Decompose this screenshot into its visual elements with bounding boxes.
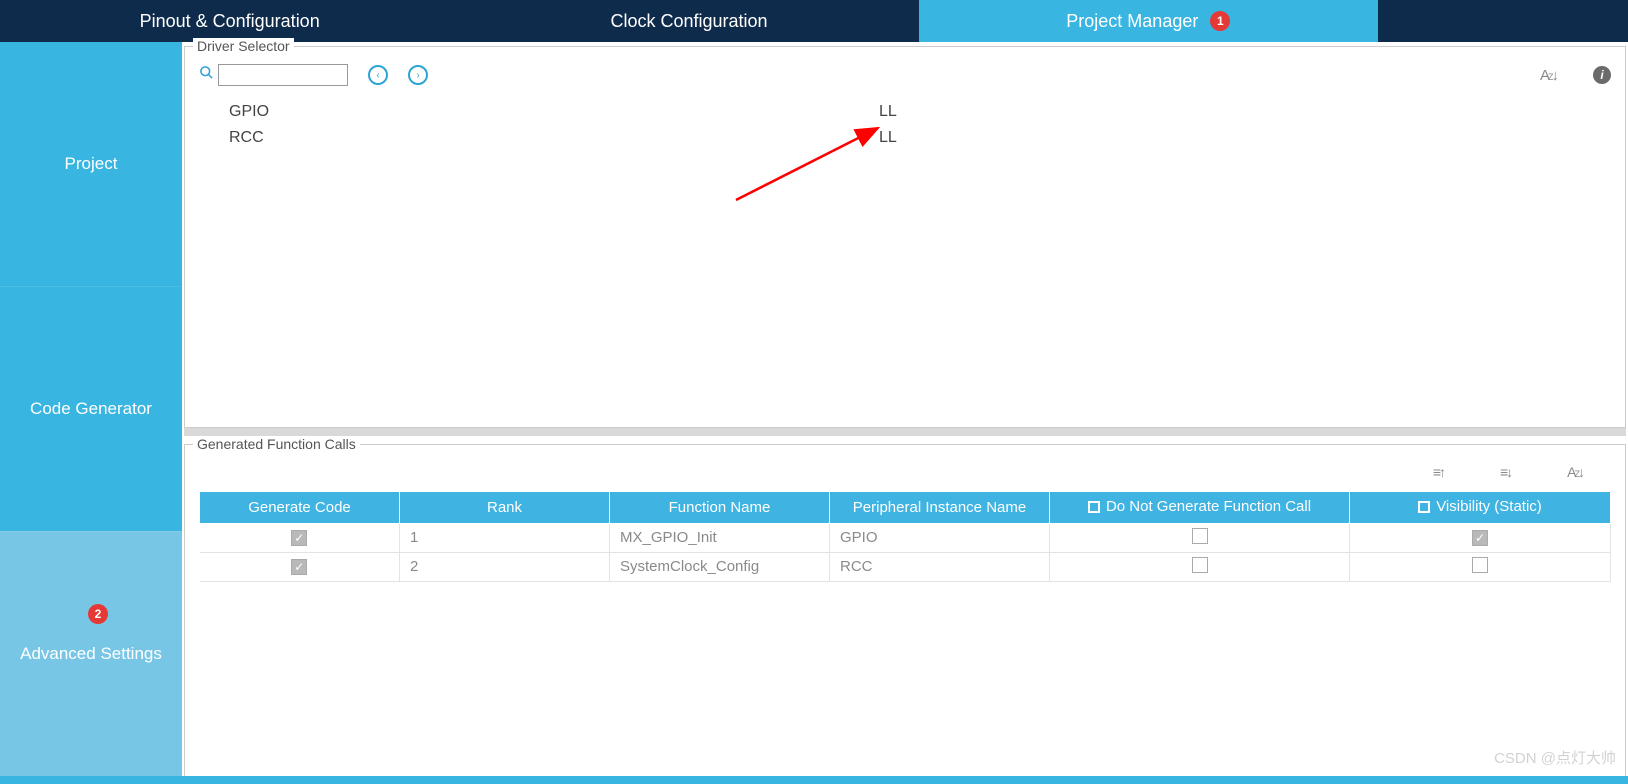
cell-peripheral: RCC bbox=[830, 552, 1050, 581]
checkbox-icon bbox=[1418, 501, 1430, 513]
checkbox-icon bbox=[1088, 501, 1100, 513]
tab-label: Pinout & Configuration bbox=[140, 11, 320, 32]
driver-value: LL bbox=[879, 129, 897, 147]
table-row[interactable]: ✓ 2 SystemClock_Config RCC bbox=[200, 552, 1611, 581]
visibility-checkbox[interactable]: ✓ bbox=[1472, 530, 1488, 546]
header-do-not-generate[interactable]: Do Not Generate Function Call bbox=[1050, 492, 1350, 524]
sidebar-item-project[interactable]: Project bbox=[0, 42, 182, 286]
panel-separator bbox=[184, 428, 1626, 436]
do-not-generate-checkbox[interactable] bbox=[1192, 557, 1208, 573]
header-text: Do Not Generate Function Call bbox=[1106, 498, 1311, 515]
header-visibility-static[interactable]: Visibility (Static) bbox=[1350, 492, 1611, 524]
header-generate-code[interactable]: Generate Code bbox=[200, 492, 400, 524]
info-icon[interactable]: i bbox=[1593, 66, 1611, 84]
project-manager-sidebar: Project Code Generator 2 Advanced Settin… bbox=[0, 42, 182, 776]
cell-peripheral: GPIO bbox=[830, 523, 1050, 552]
tab-project-manager[interactable]: Project Manager 1 bbox=[919, 0, 1378, 42]
watermark: CSDN @点灯大帅 bbox=[1494, 747, 1616, 768]
function-calls-table: Generate Code Rank Function Name Periphe… bbox=[199, 491, 1611, 582]
table-row[interactable]: ✓ 1 MX_GPIO_Init GPIO ✓ bbox=[200, 523, 1611, 552]
tab-label: Project Manager bbox=[1066, 11, 1198, 32]
driver-selector-list: GPIO LL RCC LL bbox=[199, 99, 1611, 151]
generated-function-calls-panel: Generated Function Calls ≡↑ ≡↓ AZ↓ Gener… bbox=[184, 444, 1626, 776]
panel-legend: Generated Function Calls bbox=[193, 436, 360, 452]
driver-row-gpio[interactable]: GPIO LL bbox=[199, 99, 1611, 125]
sidebar-item-advanced-settings[interactable]: 2 Advanced Settings bbox=[0, 531, 182, 776]
annotation-badge-1: 1 bbox=[1210, 11, 1230, 31]
cell-function-name: MX_GPIO_Init bbox=[610, 523, 830, 552]
driver-name: GPIO bbox=[199, 103, 879, 121]
tab-clock[interactable]: Clock Configuration bbox=[459, 0, 918, 42]
cell-function-name: SystemClock_Config bbox=[610, 552, 830, 581]
move-down-icon[interactable]: ≡↓ bbox=[1500, 464, 1511, 480]
visibility-checkbox[interactable] bbox=[1472, 557, 1488, 573]
collapse-all-button[interactable]: ‹ bbox=[368, 65, 388, 85]
table-header-row: Generate Code Rank Function Name Periphe… bbox=[200, 492, 1611, 524]
top-tabs: Pinout & Configuration Clock Configurati… bbox=[0, 0, 1628, 42]
driver-selector-panel: Driver Selector ‹ › AZ↓ i GPIO LL bbox=[184, 46, 1626, 428]
driver-selector-controls: ‹ › AZ↓ i bbox=[199, 61, 1611, 89]
generate-code-checkbox[interactable]: ✓ bbox=[291, 530, 307, 546]
do-not-generate-checkbox[interactable] bbox=[1192, 528, 1208, 544]
tab-trailing-space bbox=[1378, 0, 1628, 42]
sidebar-item-code-generator[interactable]: Code Generator bbox=[0, 286, 182, 531]
cell-rank: 1 bbox=[400, 523, 610, 552]
sidebar-item-label: Advanced Settings bbox=[20, 644, 162, 664]
driver-value: LL bbox=[879, 103, 897, 121]
bottom-strip bbox=[0, 776, 1628, 784]
generate-code-checkbox[interactable]: ✓ bbox=[291, 559, 307, 575]
sidebar-item-label: Project bbox=[65, 154, 118, 174]
panel-legend: Driver Selector bbox=[193, 38, 294, 54]
function-calls-toolbar: ≡↑ ≡↓ AZ↓ bbox=[199, 459, 1611, 485]
cell-rank: 2 bbox=[400, 552, 610, 581]
header-function-name[interactable]: Function Name bbox=[610, 492, 830, 524]
tab-label: Clock Configuration bbox=[610, 11, 767, 32]
main-area: Driver Selector ‹ › AZ↓ i GPIO LL bbox=[182, 42, 1628, 776]
move-up-icon[interactable]: ≡↑ bbox=[1433, 464, 1444, 480]
header-peripheral-instance[interactable]: Peripheral Instance Name bbox=[830, 492, 1050, 524]
sort-az-icon[interactable]: AZ↓ bbox=[1567, 464, 1583, 480]
header-text: Visibility (Static) bbox=[1436, 498, 1542, 515]
sidebar-item-label: Code Generator bbox=[30, 399, 152, 419]
driver-name: RCC bbox=[199, 129, 879, 147]
search-icon bbox=[199, 65, 214, 85]
tab-pinout[interactable]: Pinout & Configuration bbox=[0, 0, 459, 42]
expand-all-button[interactable]: › bbox=[408, 65, 428, 85]
annotation-badge-2: 2 bbox=[88, 604, 108, 624]
driver-row-rcc[interactable]: RCC LL bbox=[199, 125, 1611, 151]
driver-selector-right-icons: AZ↓ i bbox=[1540, 66, 1611, 84]
header-rank[interactable]: Rank bbox=[400, 492, 610, 524]
search-input[interactable] bbox=[218, 64, 348, 86]
sort-az-icon[interactable]: AZ↓ bbox=[1540, 67, 1557, 84]
